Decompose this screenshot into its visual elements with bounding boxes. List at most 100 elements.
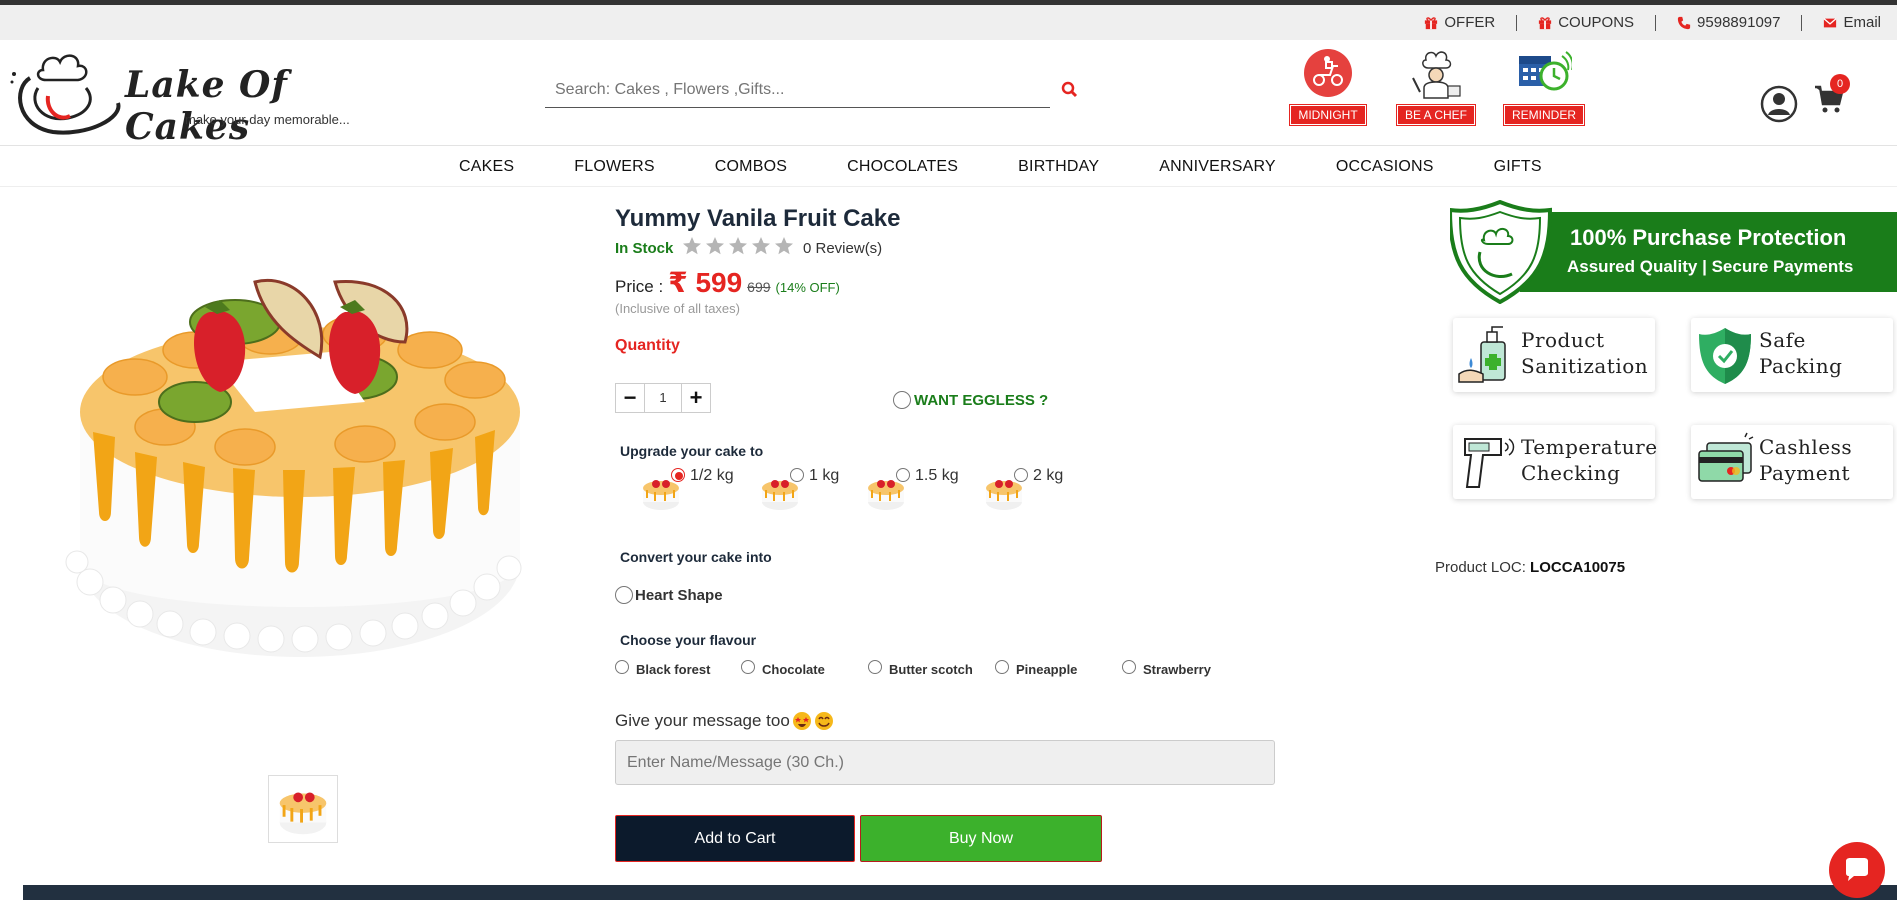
cashless-payment-badge: Cashless Payment bbox=[1691, 425, 1893, 499]
badge-line2: Sanitization bbox=[1521, 354, 1649, 378]
flavour-option[interactable]: Butter scotch bbox=[868, 659, 973, 677]
convert-label: Convert your cake into bbox=[620, 549, 772, 565]
calendar-clock-icon bbox=[1519, 51, 1574, 91]
size-label: 2 kg bbox=[1033, 467, 1064, 484]
size-radio[interactable] bbox=[790, 468, 804, 482]
size-label: 1/2 kg bbox=[690, 467, 734, 484]
eggless-option[interactable]: WANT EGGLESS ? bbox=[893, 391, 1048, 409]
midnight-label: MIDNIGHT bbox=[1289, 104, 1367, 126]
size-radio[interactable] bbox=[896, 468, 910, 482]
size-option-2-kg[interactable]: 2 kg bbox=[982, 467, 1064, 512]
star-icon bbox=[706, 237, 724, 255]
increase-quantity-button[interactable]: + bbox=[682, 384, 710, 412]
flavour-name: Chocolate bbox=[762, 662, 825, 677]
chat-button[interactable] bbox=[1829, 842, 1885, 898]
badge-text: Safe Packing bbox=[1759, 327, 1842, 379]
top-links: OFFER COUPONS 9598891097 Email bbox=[1424, 14, 1881, 31]
flavour-radio[interactable] bbox=[741, 659, 755, 674]
buy-now-button[interactable]: Buy Now bbox=[860, 815, 1102, 862]
header: Lake Of Cakes make your day memorable...… bbox=[0, 40, 1897, 148]
flavour-radio[interactable] bbox=[995, 659, 1009, 674]
reminder-label: REMINDER bbox=[1502, 104, 1586, 126]
review-count[interactable]: 0 Review(s) bbox=[803, 240, 882, 257]
user-account-icon[interactable] bbox=[1760, 85, 1798, 123]
add-to-cart-button[interactable]: Add to Cart bbox=[615, 815, 855, 862]
flavour-option[interactable]: Black forest bbox=[615, 659, 711, 677]
shield-check-icon bbox=[1699, 328, 1751, 384]
nav-item-cakes[interactable]: CAKES bbox=[459, 158, 514, 176]
heart-shape-option[interactable]: Heart Shape bbox=[615, 586, 723, 604]
phone-link[interactable]: 9598891097 bbox=[1677, 14, 1780, 31]
purchase-protection-banner: 100% Purchase Protection Assured Quality… bbox=[1447, 199, 1897, 305]
flavour-options: Black forest Chocolate Butter scotch Pin… bbox=[615, 659, 1235, 684]
flavour-option[interactable]: Pineapple bbox=[995, 659, 1077, 677]
size-option-half-kg[interactable]: 1/2 kg bbox=[639, 467, 734, 512]
flavour-option[interactable]: Chocolate bbox=[741, 659, 825, 677]
loc-label: Product LOC: bbox=[1435, 559, 1526, 576]
nav-item-flowers[interactable]: FLOWERS bbox=[574, 158, 655, 176]
discount: (14% OFF) bbox=[775, 280, 840, 295]
nav-item-occasions[interactable]: OCCASIONS bbox=[1336, 158, 1434, 176]
site-logo[interactable]: Lake Of Cakes make your day memorable... bbox=[8, 48, 358, 148]
flavour-name: Butter scotch bbox=[889, 662, 973, 677]
badge-line1: Product bbox=[1521, 328, 1605, 352]
size-radio[interactable] bbox=[671, 468, 685, 482]
coupons-label: COUPONS bbox=[1558, 14, 1635, 31]
nav-item-anniversary[interactable]: ANNIVERSARY bbox=[1159, 158, 1276, 176]
search-button[interactable] bbox=[1060, 80, 1080, 100]
badge-line1: Cashless bbox=[1759, 435, 1853, 459]
be-a-chef-feature[interactable]: BE A CHEF bbox=[1391, 48, 1481, 126]
coupons-link[interactable]: COUPONS bbox=[1538, 14, 1634, 31]
flavour-name: Black forest bbox=[636, 662, 711, 677]
divider bbox=[1801, 14, 1803, 31]
size-option-1-5-kg[interactable]: 1.5 kg bbox=[864, 467, 959, 512]
gift-icon bbox=[1425, 16, 1438, 29]
protection-shield-icon bbox=[1447, 199, 1897, 305]
decrease-quantity-button[interactable]: − bbox=[616, 384, 644, 412]
nav-item-chocolates[interactable]: CHOCOLATES bbox=[847, 158, 958, 176]
badge-text: Cashless Payment bbox=[1759, 434, 1852, 486]
flavour-radio[interactable] bbox=[868, 659, 882, 674]
star-icon bbox=[683, 237, 701, 255]
midnight-feature[interactable]: MIDNIGHT bbox=[1283, 48, 1373, 126]
flavour-radio[interactable] bbox=[1122, 659, 1136, 674]
reminder-feature[interactable]: REMINDER bbox=[1499, 48, 1589, 126]
upgrade-label: Upgrade your cake to bbox=[620, 443, 764, 459]
flavour-option[interactable]: Strawberry bbox=[1122, 659, 1211, 677]
star-struck-emoji-icon bbox=[792, 712, 811, 730]
credit-card-icon bbox=[1698, 432, 1754, 482]
eggless-radio[interactable] bbox=[893, 391, 911, 409]
search-icon bbox=[1061, 81, 1078, 98]
nav-item-combos[interactable]: COMBOS bbox=[715, 158, 787, 176]
message-label-text: Give your message too bbox=[615, 711, 790, 730]
nav-item-gifts[interactable]: GIFTS bbox=[1494, 158, 1542, 176]
quantity-value[interactable]: 1 bbox=[644, 384, 682, 412]
product-thumbnail[interactable] bbox=[268, 775, 338, 843]
star-icon bbox=[752, 237, 770, 255]
safe-packing-badge: Safe Packing bbox=[1691, 318, 1893, 392]
top-bar: OFFER COUPONS 9598891097 Email bbox=[0, 5, 1897, 40]
size-radio[interactable] bbox=[1014, 468, 1028, 482]
old-price: 699 bbox=[747, 279, 771, 295]
chef-icon bbox=[1412, 51, 1461, 99]
eggless-label: WANT EGGLESS ? bbox=[914, 391, 1049, 409]
rating-stars[interactable] bbox=[682, 236, 794, 256]
stock-status: In Stock bbox=[615, 240, 674, 257]
badge-line2: Packing bbox=[1759, 354, 1843, 378]
phone-number: 9598891097 bbox=[1697, 14, 1781, 31]
search-input[interactable] bbox=[545, 75, 1050, 105]
nav-item-birthday[interactable]: BIRTHDAY bbox=[1018, 158, 1099, 176]
product-sanitization-badge: Product Sanitization bbox=[1453, 318, 1655, 392]
email-link[interactable]: Email bbox=[1823, 14, 1881, 31]
flavour-radio[interactable] bbox=[615, 659, 629, 674]
divider bbox=[1655, 14, 1657, 31]
size-option-1-kg[interactable]: 1 kg bbox=[758, 467, 840, 512]
size-label: 1 kg bbox=[809, 467, 840, 484]
thermometer-gun-icon bbox=[1464, 438, 1515, 488]
heart-shape-radio[interactable] bbox=[615, 586, 633, 604]
be-a-chef-label: BE A CHEF bbox=[1395, 104, 1477, 126]
message-input[interactable] bbox=[615, 740, 1275, 785]
heart-shape-label: Heart Shape bbox=[635, 586, 723, 604]
badge-line1: Safe bbox=[1759, 328, 1806, 352]
offer-link[interactable]: OFFER bbox=[1424, 14, 1495, 31]
